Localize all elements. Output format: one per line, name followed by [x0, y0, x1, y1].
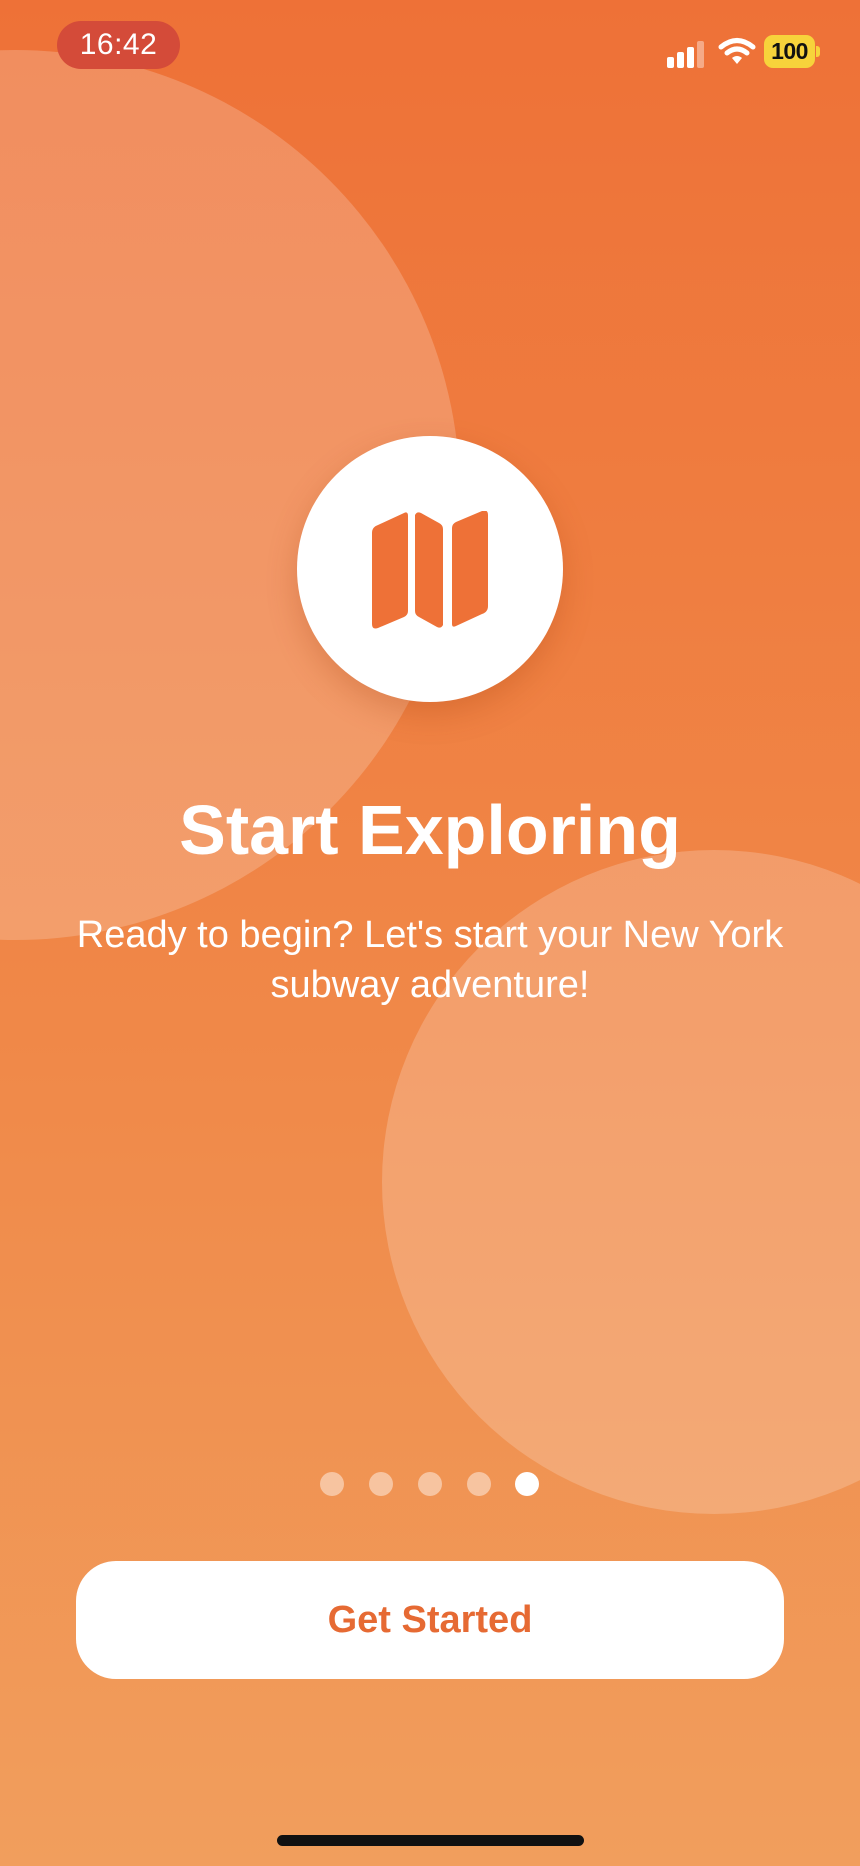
status-time: 16:42	[57, 21, 180, 69]
page-dot-1[interactable]	[320, 1472, 344, 1496]
map-icon	[372, 511, 488, 629]
page-dot-2[interactable]	[369, 1472, 393, 1496]
battery-level: 100	[764, 35, 815, 68]
onboarding-screen: 16:42 100 Start Exploring Ready to begin…	[0, 0, 860, 1866]
get-started-button[interactable]: Get Started	[76, 1561, 784, 1679]
cellular-signal-icon	[667, 38, 707, 68]
wifi-icon	[718, 38, 756, 64]
onboarding-title: Start Exploring	[179, 791, 681, 869]
home-indicator[interactable]	[277, 1835, 584, 1846]
page-dot-5-active[interactable]	[515, 1472, 539, 1496]
page-dot-3[interactable]	[418, 1472, 442, 1496]
battery-icon: 100	[764, 35, 820, 68]
page-dot-4[interactable]	[467, 1472, 491, 1496]
page-indicator[interactable]	[0, 1472, 860, 1496]
onboarding-subtitle: Ready to begin? Let's start your New Yor…	[76, 914, 784, 1006]
map-icon-badge	[297, 436, 563, 702]
